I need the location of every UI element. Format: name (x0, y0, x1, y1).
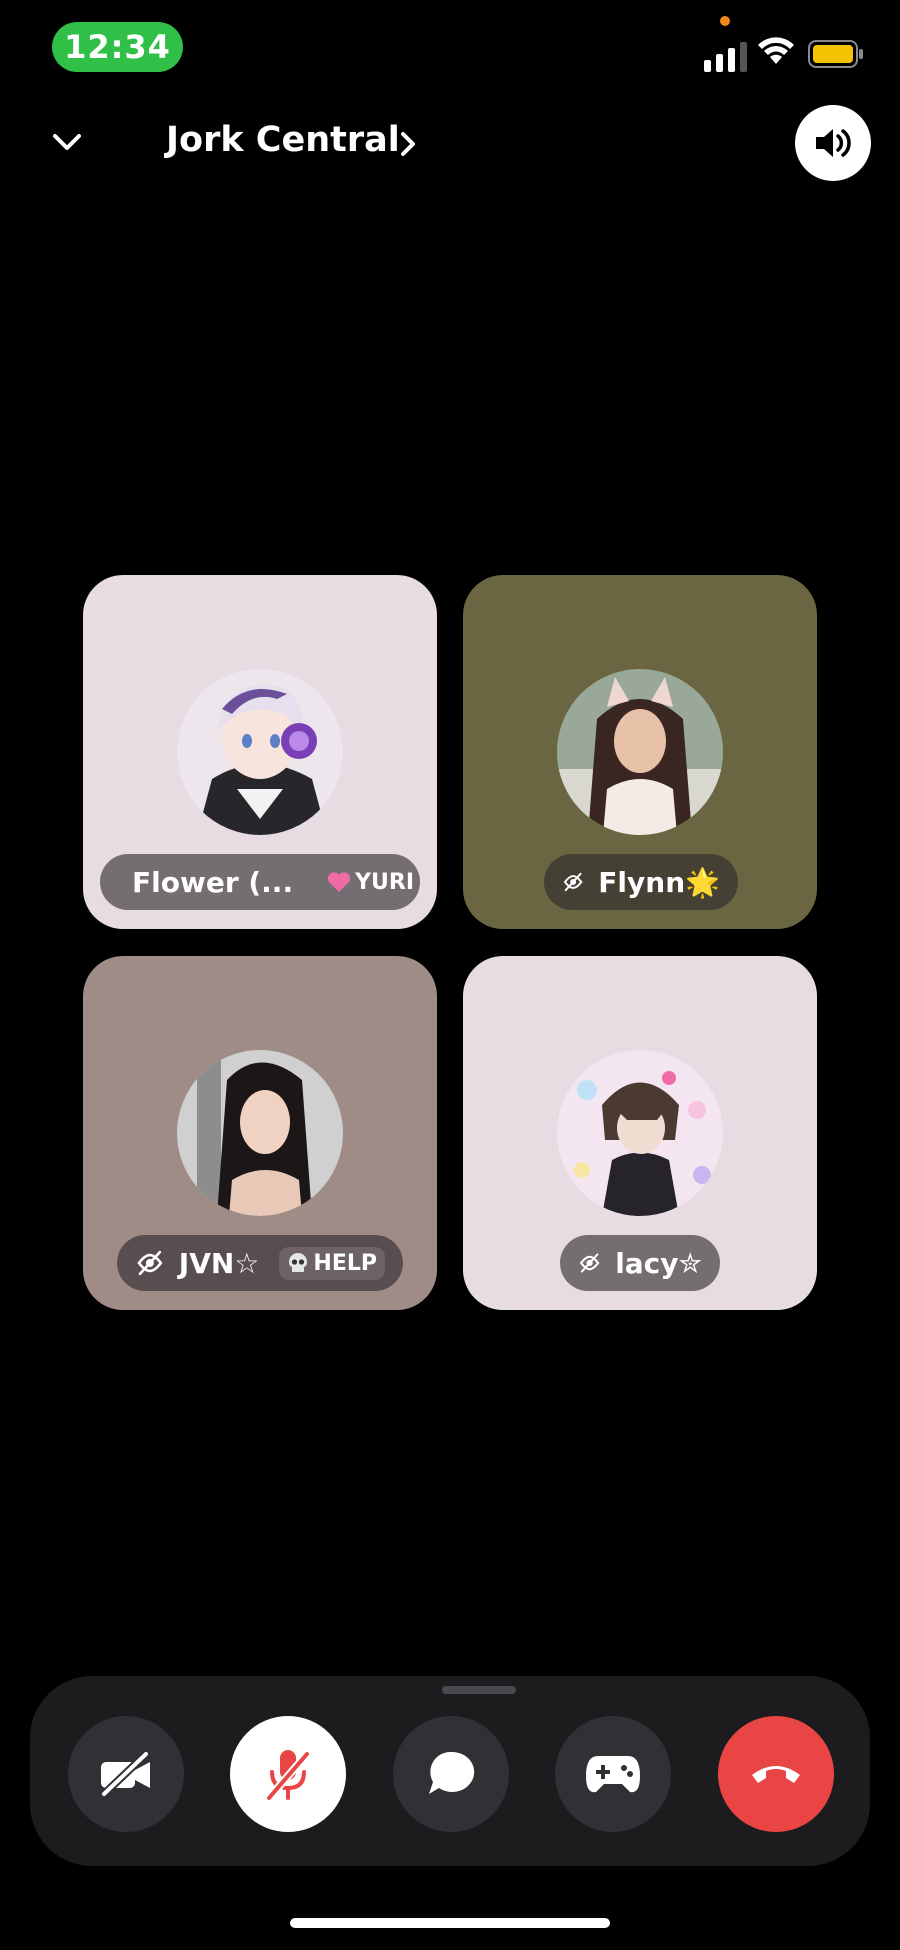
wifi-icon (758, 37, 794, 64)
participant-name-with-emoji: Flynn🌟 (598, 866, 720, 899)
activities-button[interactable] (555, 1716, 671, 1832)
cellular-signal-icon (704, 42, 747, 72)
toggle-mute-button[interactable] (230, 1716, 346, 1832)
participant-tile-flynn[interactable]: Flynn🌟 (463, 575, 817, 929)
video-off-icon (563, 872, 583, 892)
hang-up-icon (752, 1766, 800, 1783)
avatar (557, 1050, 723, 1216)
open-chat-button[interactable] (393, 1716, 509, 1832)
collapse-chevron-down-icon[interactable] (50, 130, 84, 154)
video-off-icon (137, 1250, 163, 1276)
participant-name-pill: Flynn🌟 (544, 854, 738, 910)
name-emoji: ✮ (678, 1246, 702, 1280)
video-off-icon (579, 1253, 600, 1273)
avatar (177, 669, 343, 835)
participant-name: JVN☆ (178, 1246, 260, 1280)
home-indicator (290, 1918, 610, 1928)
participant-name-pill: lacy✮ (560, 1235, 720, 1291)
server-tag: HELP (279, 1246, 385, 1280)
server-tag-label: HELP (313, 1250, 377, 1276)
microphone-muted-icon (265, 1750, 311, 1802)
server-tag: YURI (319, 866, 422, 899)
game-controller-icon (586, 1756, 640, 1793)
privacy-indicator-dot (720, 16, 730, 26)
participant-name-with-emoji: lacy✮ (615, 1247, 702, 1280)
pink-heart-icon (327, 872, 351, 892)
channel-details-chevron-icon[interactable] (398, 130, 418, 158)
drag-handle[interactable] (442, 1686, 516, 1694)
channel-title[interactable]: Jork Central (166, 120, 400, 160)
camera-off-icon (100, 1750, 150, 1798)
chat-bubble-icon (429, 1751, 475, 1794)
participant-name: Flynn (598, 865, 686, 899)
avatar (177, 1050, 343, 1216)
participant-tile-lacy[interactable]: lacy✮ (463, 956, 817, 1310)
server-tag-label: YURI (355, 869, 415, 895)
participant-tile-flower[interactable]: Flower (... YURI (83, 575, 437, 929)
participant-tile-jvn[interactable]: JVN☆ HELP (83, 956, 437, 1310)
participant-name: lacy (615, 1246, 679, 1280)
speaker-icon (816, 129, 851, 157)
audio-output-button[interactable] (795, 105, 871, 181)
participant-name: Flower (... (132, 865, 294, 899)
avatar (557, 669, 723, 835)
toggle-camera-button[interactable] (68, 1716, 184, 1832)
status-time: 12:34 (52, 22, 183, 72)
name-emoji: 🌟 (685, 865, 720, 899)
participant-name-pill: JVN☆ HELP (117, 1235, 403, 1291)
skull-icon (289, 1253, 308, 1272)
participant-name-pill: Flower (... YURI (100, 854, 420, 910)
call-controls-bar (30, 1676, 870, 1866)
battery-icon (808, 40, 863, 68)
end-call-button[interactable] (718, 1716, 834, 1832)
